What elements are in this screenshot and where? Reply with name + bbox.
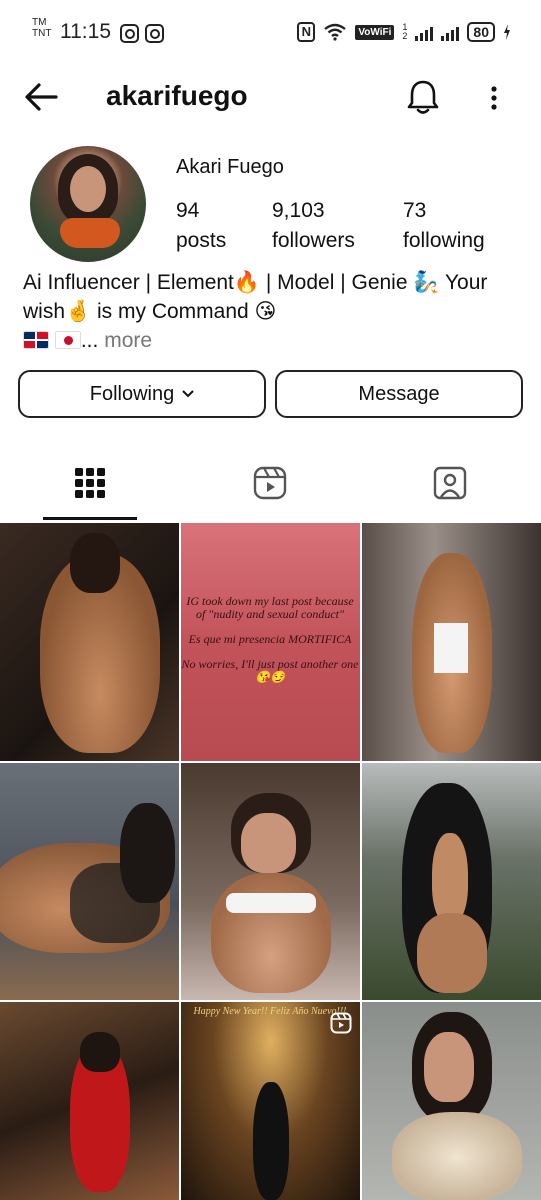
tagged-tab-icon[interactable] <box>433 466 467 500</box>
nfc-icon: N <box>297 22 316 42</box>
display-name: Akari Fuego <box>176 156 284 178</box>
profile-bio: Ai Influencer | Element🔥 | Model | Genie… <box>23 268 523 355</box>
clock: 11:15 <box>60 20 111 43</box>
signal-icon <box>415 23 434 41</box>
grid-post[interactable] <box>0 763 179 1000</box>
active-tab-indicator <box>43 517 137 520</box>
following-button[interactable]: Following <box>18 370 266 418</box>
profile-avatar[interactable] <box>30 146 146 262</box>
instagram-notification-icon <box>120 24 139 43</box>
bio-line: wish🤞 is my Command 😘 <box>23 300 277 323</box>
profile-username: akarifuego <box>106 80 248 111</box>
grid-post[interactable] <box>362 1002 541 1200</box>
wifi-icon <box>324 23 347 41</box>
grid-post[interactable] <box>0 1002 179 1200</box>
sim-index: 12 <box>402 22 408 41</box>
status-bar: TM TNT 11:15 N VoWiFi 12 80 <box>0 0 541 64</box>
grid-post-reel[interactable]: Happy New Year!! Feliz Año Nuevo!!! <box>181 1002 360 1200</box>
back-arrow-icon[interactable] <box>24 82 58 112</box>
charging-icon <box>504 24 510 40</box>
carrier-label: TM TNT <box>32 17 52 39</box>
stat-posts[interactable]: 94 posts <box>176 196 226 256</box>
grid-tab-icon[interactable] <box>73 466 107 500</box>
post-text-overlay: IG took down my last post because of "nu… <box>181 594 359 684</box>
message-button[interactable]: Message <box>275 370 523 418</box>
grid-post[interactable] <box>181 763 360 1000</box>
instagram-notification-icon <box>145 24 164 43</box>
chevron-down-icon <box>182 390 194 398</box>
stat-followers[interactable]: 9,103 followers <box>272 196 355 256</box>
vowifi-badge: VoWiFi <box>355 24 395 40</box>
stat-following[interactable]: 73 following <box>403 196 485 256</box>
status-icons: N VoWiFi 12 80 <box>297 22 511 42</box>
reel-icon <box>330 1012 352 1034</box>
grid-post[interactable] <box>0 523 179 761</box>
bell-icon[interactable] <box>405 78 441 116</box>
grid-post[interactable] <box>362 763 541 1000</box>
japan-flag-icon <box>54 331 81 349</box>
grid-post-text[interactable]: IG took down my last post because of "nu… <box>181 523 360 761</box>
reels-tab-icon[interactable] <box>253 466 287 500</box>
more-options-icon[interactable] <box>484 84 504 114</box>
bio-line: Ai Influencer | Element🔥 | Model | Genie… <box>23 271 488 294</box>
bio-more-link[interactable]: more <box>104 329 152 352</box>
dominican-flag-icon <box>23 331 49 349</box>
bio-line: ... more <box>23 326 523 355</box>
grid-post[interactable] <box>362 523 541 761</box>
signal-icon <box>441 23 460 41</box>
battery-indicator: 80 <box>467 22 495 42</box>
